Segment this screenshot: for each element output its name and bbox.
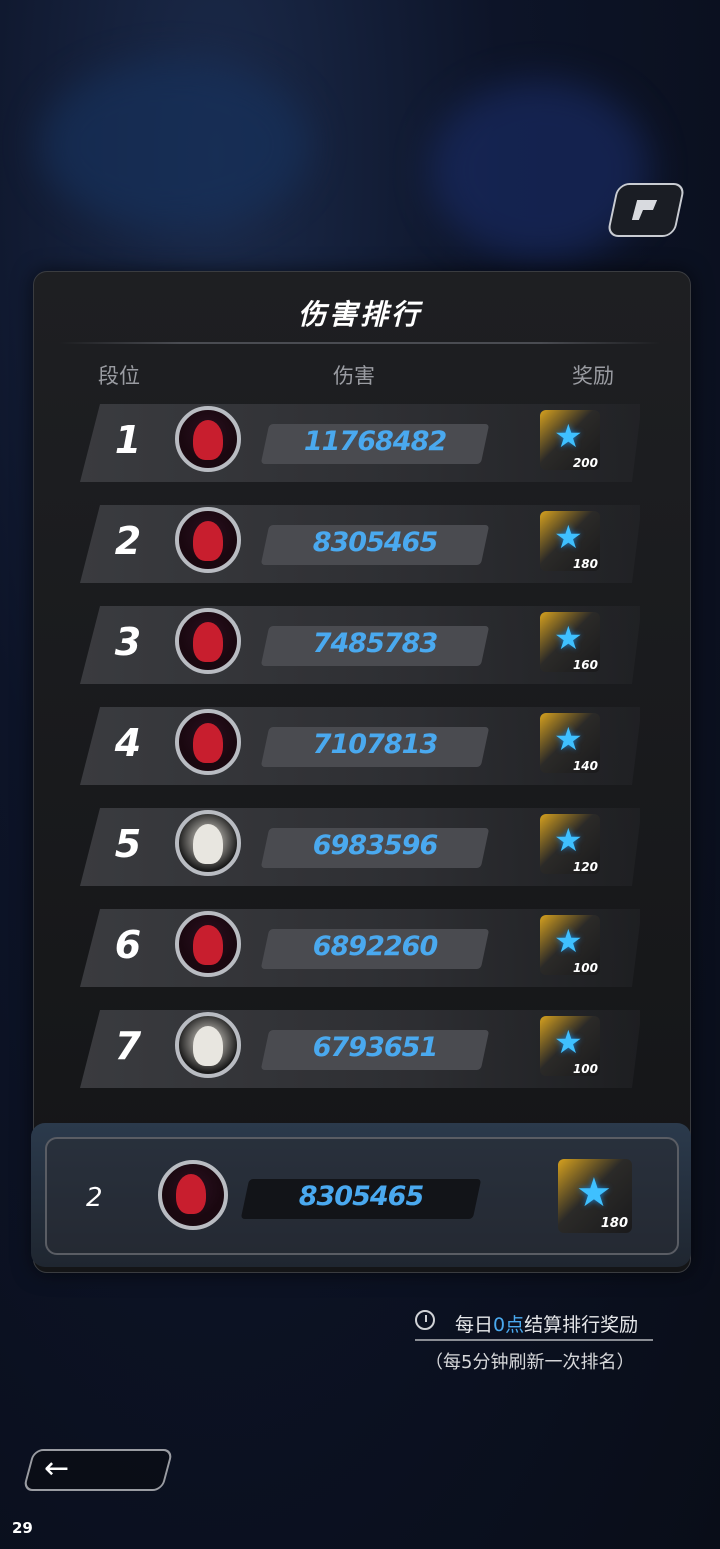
ranking-row[interactable]: 5 6983596 ★ 120 [80, 808, 640, 886]
self-rank-number: 2 [86, 1183, 103, 1213]
rank-number: 2 [114, 519, 142, 563]
damage-value: 7485783 [312, 628, 439, 659]
ranking-row[interactable]: 6 6892260 ★ 100 [80, 909, 640, 987]
notice-text: 每日0点结算排行奖励 [455, 1314, 639, 1336]
rank-number: 6 [114, 923, 142, 967]
red-demon-girl-avatar[interactable] [175, 911, 241, 977]
column-header-damage: 伤害 [333, 364, 375, 388]
damage-value: 6793651 [312, 1032, 439, 1063]
damage-value: 7107813 [312, 729, 439, 760]
notice-highlight: 0点 [493, 1314, 525, 1336]
ranking-row[interactable]: 4 7107813 ★ 140 [80, 707, 640, 785]
p-logo-icon [631, 200, 658, 220]
column-header-rank: 段位 [98, 364, 140, 388]
blue-star-icon: ★ [554, 821, 583, 859]
white-hair-girl-avatar[interactable] [175, 810, 241, 876]
title-divider [60, 342, 660, 344]
blue-star-icon: ★ [554, 1023, 583, 1061]
back-arrow-icon: ← [44, 1451, 70, 1486]
reward-count: 120 [572, 860, 598, 874]
reward-count: 160 [572, 658, 598, 672]
column-header-reward: 奖励 [572, 364, 614, 388]
reward-item[interactable]: ★ 120 [540, 814, 600, 874]
reward-item[interactable]: ★ 160 [540, 612, 600, 672]
corner-number: 29 [12, 1519, 33, 1537]
reward-count: 180 [572, 557, 598, 571]
rank-number: 7 [114, 1024, 142, 1068]
reward-item[interactable]: ★ 140 [540, 713, 600, 773]
reward-item[interactable]: ★ 100 [540, 915, 600, 975]
ranking-row[interactable]: 2 8305465 ★ 180 [80, 505, 640, 583]
reward-count: 180 [600, 1216, 628, 1231]
ranking-row[interactable]: 7 6793651 ★ 100 [80, 1010, 640, 1088]
refresh-notice: （每5分钟刷新一次排名） [425, 1352, 635, 1373]
clock-icon [415, 1310, 435, 1330]
ranking-row[interactable]: 1 11768482 ★ 200 [80, 404, 640, 482]
top-corner-button[interactable] [606, 183, 686, 237]
rank-number: 4 [114, 721, 142, 765]
rank-number: 5 [114, 822, 142, 866]
red-demon-girl-avatar[interactable] [175, 608, 241, 674]
blue-star-icon: ★ [554, 922, 583, 960]
red-demon-girl-avatar[interactable] [175, 507, 241, 573]
reward-item[interactable]: ★ 180 [540, 511, 600, 571]
blue-star-icon: ★ [554, 417, 583, 455]
red-demon-girl-avatar[interactable] [175, 406, 241, 472]
self-reward-item[interactable]: ★ 180 [558, 1159, 632, 1233]
page-title: 伤害排行 [297, 298, 422, 331]
background-glow [40, 60, 310, 230]
notice-divider [415, 1339, 653, 1341]
blue-star-icon: ★ [576, 1170, 612, 1216]
rank-number: 1 [114, 418, 142, 462]
reward-item[interactable]: ★ 100 [540, 1016, 600, 1076]
damage-value: 8305465 [312, 527, 439, 558]
blue-star-icon: ★ [554, 720, 583, 758]
red-demon-girl-avatar[interactable] [158, 1160, 228, 1230]
reward-count: 100 [572, 1062, 598, 1076]
damage-value: 11768482 [303, 426, 447, 457]
blue-star-icon: ★ [554, 518, 583, 556]
reward-count: 100 [572, 961, 598, 975]
white-hair-girl-avatar[interactable] [175, 1012, 241, 1078]
reward-count: 140 [572, 759, 598, 773]
self-damage-value: 8305465 [298, 1181, 425, 1212]
blue-star-icon: ★ [554, 619, 583, 657]
damage-value: 6892260 [312, 931, 439, 962]
reward-count: 200 [572, 456, 598, 470]
red-demon-girl-avatar[interactable] [175, 709, 241, 775]
reward-item[interactable]: ★ 200 [540, 410, 600, 470]
rank-number: 3 [114, 620, 142, 664]
damage-value: 6983596 [312, 830, 439, 861]
ranking-row[interactable]: 3 7485783 ★ 160 [80, 606, 640, 684]
